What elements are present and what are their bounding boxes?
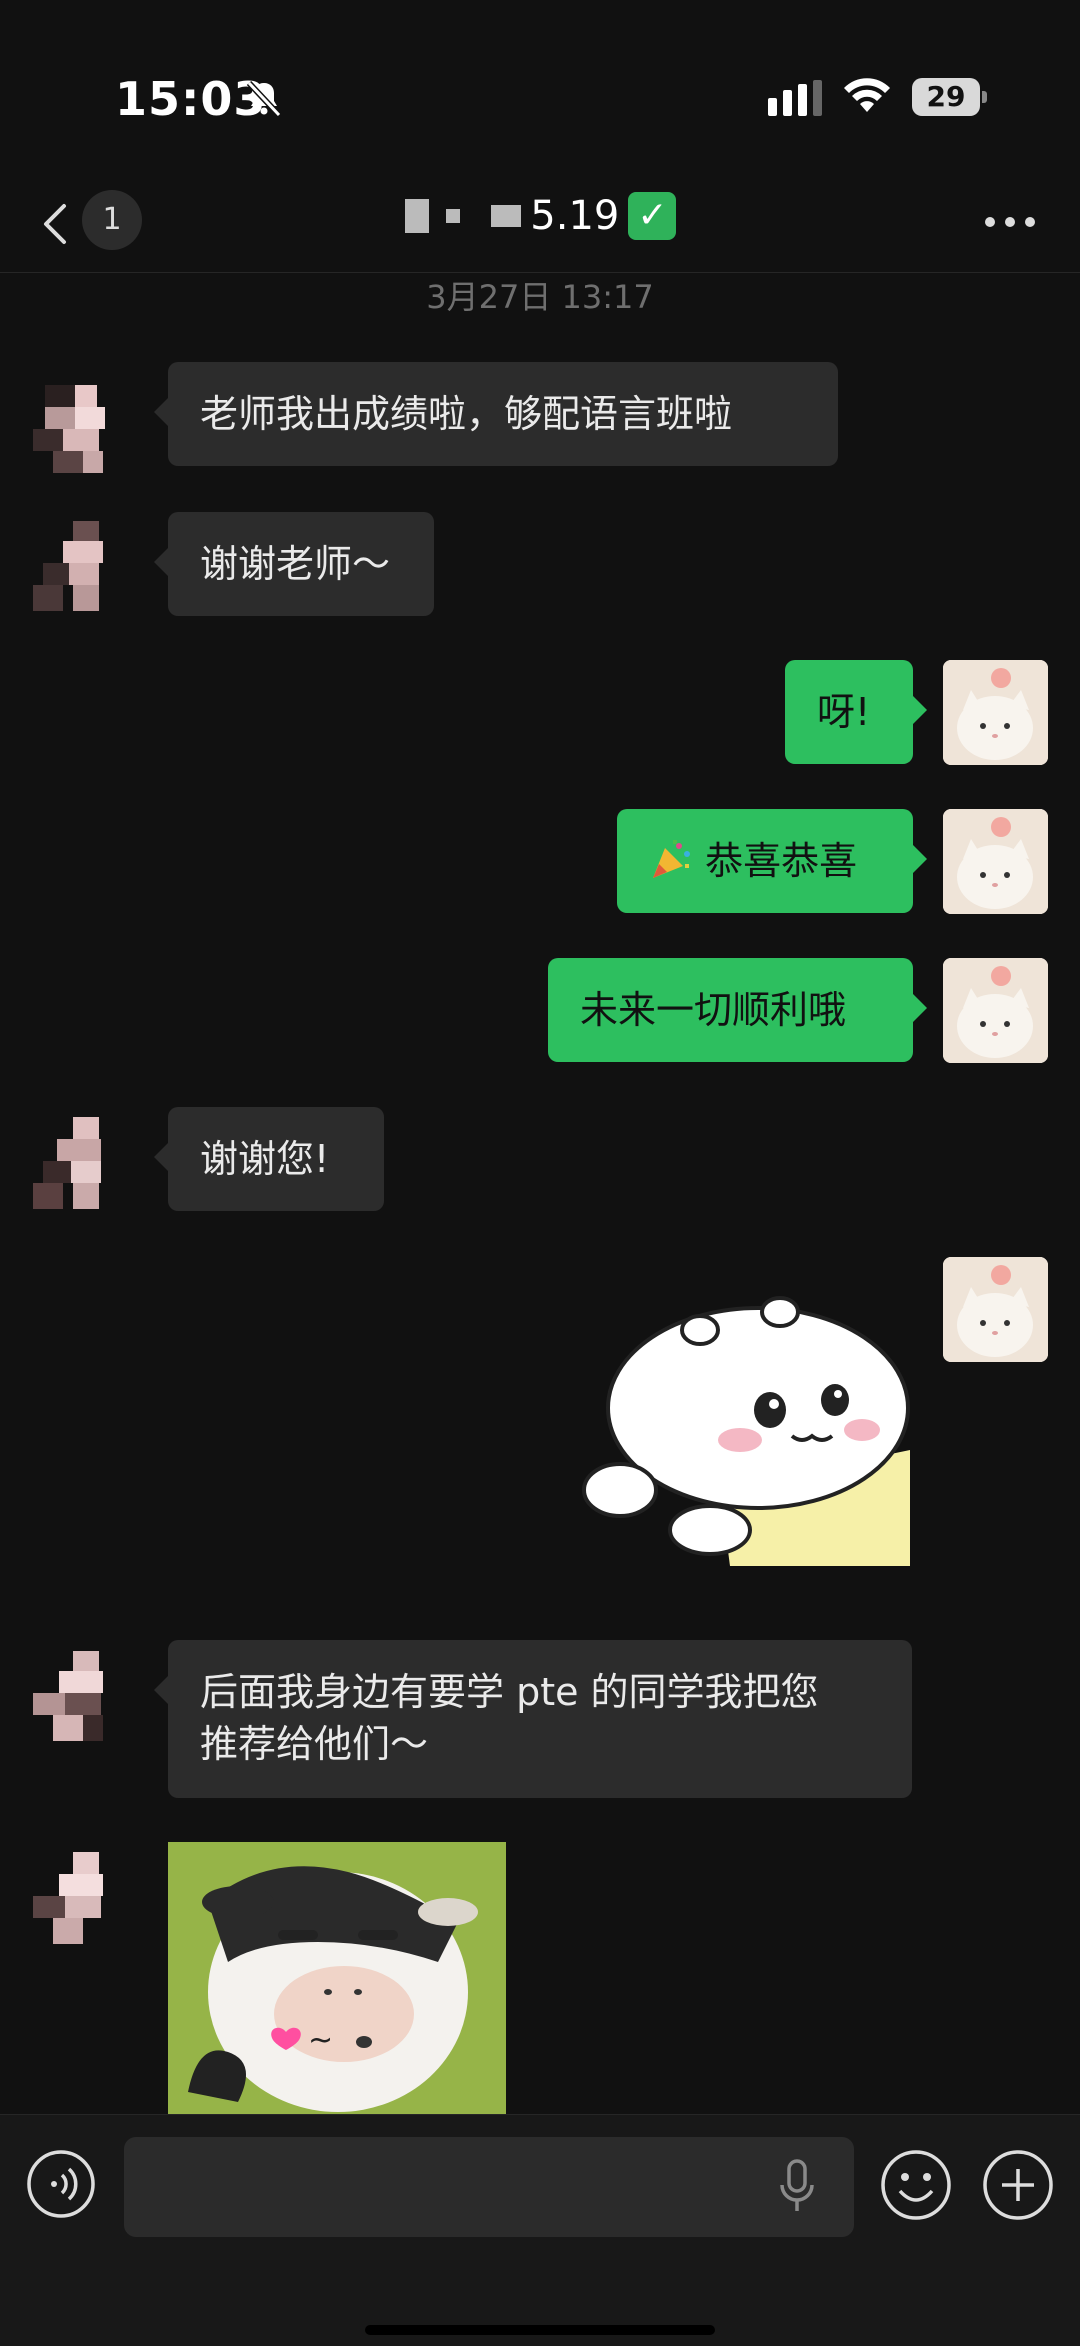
redacted-block bbox=[446, 209, 461, 223]
redacted-block bbox=[491, 205, 522, 227]
bubble-tail bbox=[913, 994, 927, 1022]
message-bubble[interactable]: 后面我身边有要学 pte 的同学我把您 推荐给他们～ bbox=[154, 1640, 912, 1798]
bubble-tail bbox=[913, 845, 927, 873]
white-hamster-sticker[interactable] bbox=[580, 1290, 916, 1566]
contact-avatar[interactable] bbox=[33, 1113, 133, 1213]
message-bubble[interactable]: 呀! bbox=[785, 660, 927, 764]
bubble-tail bbox=[154, 548, 168, 576]
home-indicator bbox=[365, 2325, 715, 2335]
chat-header: 1 5.19 ✓ bbox=[0, 180, 1080, 272]
message-bubble[interactable]: 老师我出成绩啦，够配语言班啦 bbox=[154, 362, 838, 466]
add-attachment-icon[interactable] bbox=[982, 2149, 1054, 2221]
cat-avatar-icon bbox=[943, 809, 1048, 914]
cat-avatar-icon bbox=[943, 1257, 1048, 1362]
chat-title[interactable]: 5.19 ✓ bbox=[405, 192, 677, 252]
cow-meme-sticker[interactable]: ~ bbox=[168, 1842, 506, 2114]
message-bubble[interactable]: 未来一切顺利哦 bbox=[548, 958, 927, 1062]
bell-muted-icon bbox=[246, 80, 282, 118]
message-bubble[interactable]: 谢谢您! bbox=[154, 1107, 384, 1211]
my-avatar[interactable] bbox=[943, 1257, 1048, 1362]
message-text: 呀! bbox=[817, 690, 871, 734]
message-bubble[interactable]: 谢谢老师～ bbox=[154, 512, 434, 616]
message-text: 恭喜恭喜 bbox=[705, 839, 858, 883]
bubble-tail bbox=[154, 398, 168, 426]
contact-avatar[interactable] bbox=[33, 515, 133, 615]
voice-input-icon[interactable] bbox=[26, 2149, 96, 2219]
message-text: 未来一切顺利哦 bbox=[580, 988, 847, 1032]
message-text-line: 后面我身边有要学 pte 的同学我把您 bbox=[200, 1670, 819, 1714]
redacted-block bbox=[405, 199, 429, 233]
message-text: 谢谢您! bbox=[200, 1137, 330, 1181]
my-avatar[interactable] bbox=[943, 660, 1048, 765]
unread-count-badge[interactable]: 1 bbox=[82, 190, 142, 250]
message-text: 老师我出成绩啦，够配语言班啦 bbox=[200, 392, 733, 436]
bubble-tail bbox=[913, 696, 927, 724]
cat-avatar-icon bbox=[943, 958, 1048, 1063]
bubble-tail bbox=[154, 1143, 168, 1171]
message-input[interactable] bbox=[124, 2137, 854, 2237]
my-avatar[interactable] bbox=[943, 809, 1048, 914]
message-timestamp: 3月27日 13:17 bbox=[426, 278, 654, 316]
my-avatar[interactable] bbox=[943, 958, 1048, 1063]
message-input-bar bbox=[0, 2114, 1080, 2346]
message-text-line: 推荐给他们～ bbox=[200, 1722, 429, 1766]
back-chevron-icon[interactable] bbox=[36, 194, 76, 254]
emoji-icon[interactable] bbox=[880, 2149, 952, 2221]
battery-icon: 29 bbox=[912, 78, 990, 118]
contact-avatar[interactable] bbox=[33, 1848, 133, 1948]
wifi-icon bbox=[844, 78, 890, 112]
battery-level: 29 bbox=[926, 80, 966, 113]
microphone-icon[interactable] bbox=[776, 2157, 818, 2217]
message-text: 谢谢老师～ bbox=[200, 542, 391, 586]
contact-avatar[interactable] bbox=[33, 1645, 133, 1745]
message-bubble[interactable]: 恭喜恭喜 bbox=[617, 809, 927, 913]
status-bar: 15:03 29 bbox=[0, 0, 1080, 190]
check-mark-icon: ✓ bbox=[628, 192, 677, 240]
contact-avatar[interactable] bbox=[33, 375, 133, 475]
sticker-caption: ~ bbox=[308, 2023, 333, 2058]
more-options-icon[interactable] bbox=[980, 212, 1040, 232]
bubble-tail bbox=[154, 1676, 168, 1704]
cat-avatar-icon bbox=[943, 660, 1048, 765]
battery-cap bbox=[982, 91, 987, 103]
cellular-signal-icon bbox=[768, 80, 822, 116]
chat-title-text: 5.19 bbox=[530, 193, 620, 239]
party-popper-icon bbox=[653, 840, 690, 878]
